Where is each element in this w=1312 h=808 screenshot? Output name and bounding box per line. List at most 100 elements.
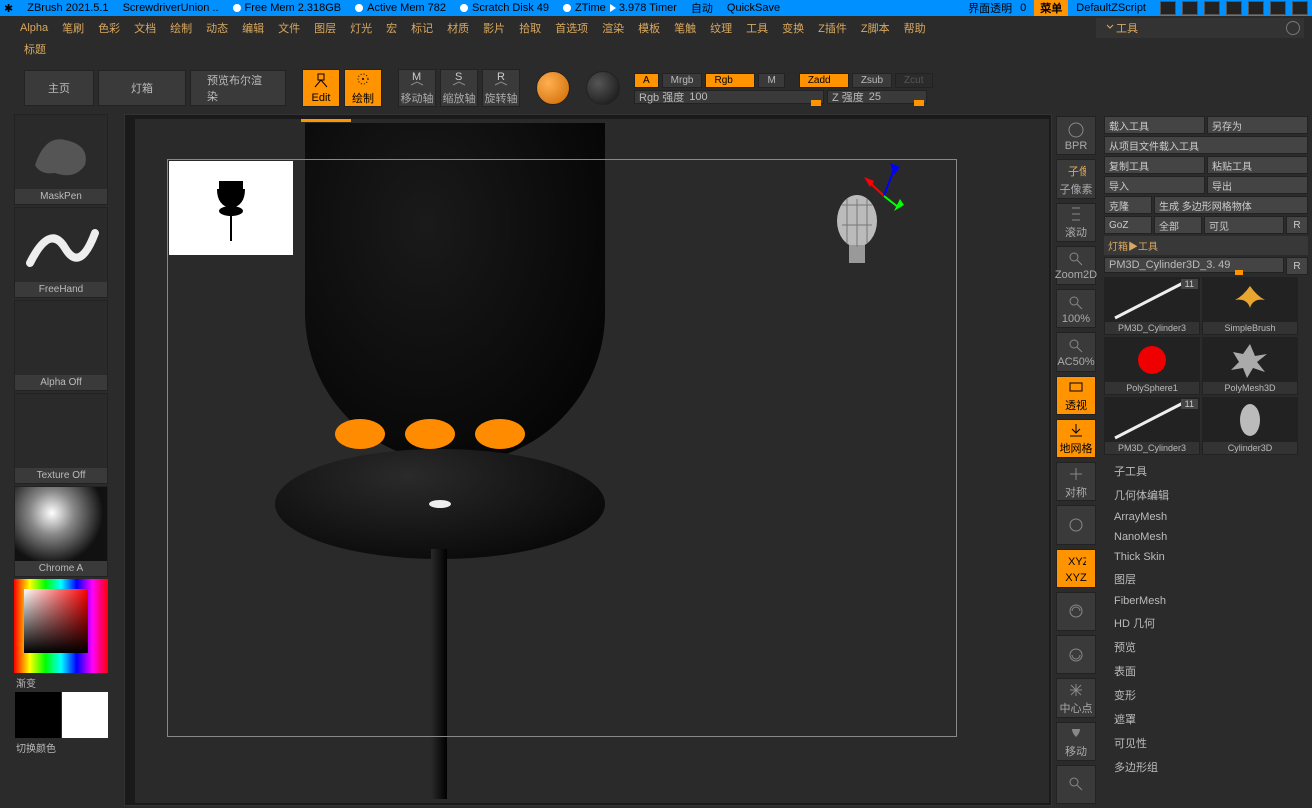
- menu-material[interactable]: 材质: [447, 20, 469, 36]
- m-toggle[interactable]: M: [758, 73, 784, 88]
- swatch-white[interactable]: [62, 692, 108, 738]
- menu-tool[interactable]: 工具: [746, 20, 768, 36]
- menu-zscript[interactable]: Z脚本: [861, 20, 890, 36]
- prop-5[interactable]: 图层: [1104, 567, 1308, 591]
- mrgb-toggle[interactable]: Mrgb: [662, 73, 703, 88]
- menu-render[interactable]: 渲染: [602, 20, 624, 36]
- layout3-icon[interactable]: [1204, 1, 1220, 15]
- lightbox-tool-header[interactable]: 灯箱▶工具: [1104, 236, 1308, 255]
- tool-thumb-4[interactable]: 11PM3D_Cylinder3: [1104, 397, 1200, 455]
- subtitle-label[interactable]: 标题: [24, 41, 46, 57]
- right-btn-14[interactable]: 移动: [1056, 722, 1096, 761]
- right-btn-12[interactable]: [1056, 635, 1096, 674]
- rotate-button[interactable]: R旋转轴: [482, 69, 520, 107]
- opacity-val[interactable]: 0: [1020, 2, 1026, 14]
- menu-document[interactable]: 文档: [134, 20, 156, 36]
- quicksave[interactable]: QuickSave: [727, 2, 780, 14]
- layout1-icon[interactable]: [1160, 1, 1176, 15]
- right-btn-4[interactable]: 100%: [1056, 289, 1096, 328]
- menu-edit[interactable]: 编辑: [242, 20, 264, 36]
- menu-picker[interactable]: 拾取: [519, 20, 541, 36]
- right-btn-15[interactable]: [1056, 765, 1096, 804]
- right-btn-7[interactable]: 地网格: [1056, 419, 1096, 458]
- swatch-black[interactable]: [15, 692, 61, 738]
- menu-alpha[interactable]: Alpha: [20, 22, 48, 34]
- menu-texture[interactable]: 纹理: [710, 20, 732, 36]
- a-toggle[interactable]: A: [634, 73, 659, 88]
- right-btn-3[interactable]: Zoom2D: [1056, 246, 1096, 285]
- goz-all-button[interactable]: 全部: [1154, 216, 1202, 234]
- alpha-thumb[interactable]: Alpha Off: [14, 300, 108, 391]
- zcut-toggle[interactable]: Zcut: [895, 73, 932, 88]
- menu-marker[interactable]: 标记: [411, 20, 433, 36]
- clone-button[interactable]: 克隆: [1104, 196, 1152, 214]
- current-r-button[interactable]: R: [1286, 257, 1308, 275]
- right-btn-9[interactable]: [1056, 505, 1096, 544]
- menu-light[interactable]: 灯光: [350, 20, 372, 36]
- maximize-icon[interactable]: [1270, 1, 1286, 15]
- goz-button[interactable]: GoZ: [1104, 216, 1152, 234]
- menu-movie[interactable]: 影片: [483, 20, 505, 36]
- draw-mode-button[interactable]: 绘制: [344, 69, 382, 107]
- menu-dynamic[interactable]: 动态: [206, 20, 228, 36]
- z-intensity-slider[interactable]: Z 强度25: [827, 90, 927, 104]
- gradient-label[interactable]: 渐变: [16, 675, 120, 690]
- menu-brush[interactable]: 笔刷: [62, 20, 84, 36]
- rgb-toggle[interactable]: Rgb: [705, 73, 755, 88]
- import-button[interactable]: 导入: [1104, 176, 1205, 194]
- menu-draw[interactable]: 绘制: [170, 20, 192, 36]
- dark-sphere-icon[interactable]: [586, 71, 620, 105]
- texture-thumb[interactable]: Texture Off: [14, 393, 108, 484]
- tool-thumb-2[interactable]: PolySphere1: [1104, 337, 1200, 395]
- move-button[interactable]: M移动轴: [398, 69, 436, 107]
- tool-panel-header[interactable]: 工具: [1096, 18, 1304, 38]
- menu-button[interactable]: 菜单: [1034, 0, 1068, 17]
- prop-11[interactable]: 遮罩: [1104, 707, 1308, 731]
- menu-help[interactable]: 帮助: [904, 20, 926, 36]
- right-btn-0[interactable]: BPR: [1056, 116, 1096, 155]
- prop-13[interactable]: 多边形组: [1104, 755, 1308, 779]
- right-btn-11[interactable]: [1056, 592, 1096, 631]
- default-script[interactable]: DefaultZScript: [1076, 2, 1146, 14]
- prop-8[interactable]: 预览: [1104, 635, 1308, 659]
- layout4-icon[interactable]: [1226, 1, 1242, 15]
- right-btn-1[interactable]: 子像素子像素: [1056, 159, 1096, 198]
- color-picker[interactable]: [14, 579, 108, 673]
- prop-9[interactable]: 表面: [1104, 659, 1308, 683]
- stroke-thumb[interactable]: FreeHand: [14, 207, 108, 298]
- right-btn-5[interactable]: AC50%: [1056, 332, 1096, 371]
- save-as-button[interactable]: 另存为: [1207, 116, 1308, 134]
- goz-visible-button[interactable]: 可见: [1204, 216, 1284, 234]
- menu-layer[interactable]: 图层: [314, 20, 336, 36]
- menu-file[interactable]: 文件: [278, 20, 300, 36]
- menu-stencil[interactable]: 模板: [638, 20, 660, 36]
- material-thumb[interactable]: Chrome A: [14, 486, 108, 577]
- tool-thumb-1[interactable]: SimpleBrush: [1202, 277, 1298, 335]
- right-btn-2[interactable]: 滚动: [1056, 203, 1096, 242]
- load-tool-button[interactable]: 载入工具: [1104, 116, 1205, 134]
- menu-macro[interactable]: 宏: [386, 20, 397, 36]
- right-btn-6[interactable]: 透视: [1056, 376, 1096, 415]
- prop-0[interactable]: 子工具: [1104, 459, 1308, 483]
- minimize-icon[interactable]: [1248, 1, 1264, 15]
- gen-polymesh-button[interactable]: 生成 多边形网格物体: [1154, 196, 1308, 214]
- menu-transform[interactable]: 变换: [782, 20, 804, 36]
- tool-thumb-5[interactable]: Cylinder3D: [1202, 397, 1298, 455]
- prop-12[interactable]: 可见性: [1104, 731, 1308, 755]
- load-from-project-button[interactable]: 从项目文件载入工具: [1104, 136, 1308, 154]
- prop-1[interactable]: 几何体编辑: [1104, 483, 1308, 507]
- prop-10[interactable]: 变形: [1104, 683, 1308, 707]
- menu-preferences[interactable]: 首选项: [555, 20, 588, 36]
- prop-2[interactable]: ArrayMesh: [1104, 507, 1308, 527]
- menu-zplugin[interactable]: Z插件: [818, 20, 847, 36]
- prop-7[interactable]: HD 几何: [1104, 611, 1308, 635]
- goz-r-button[interactable]: R: [1286, 216, 1308, 234]
- home-button[interactable]: 主页: [24, 70, 94, 106]
- edit-mode-button[interactable]: Edit: [302, 69, 340, 107]
- rgb-intensity-slider[interactable]: Rgb 强度100: [634, 90, 824, 104]
- paste-tool-button[interactable]: 粘贴工具: [1207, 156, 1308, 174]
- zadd-toggle[interactable]: Zadd: [799, 73, 849, 88]
- scale-button[interactable]: S缩放轴: [440, 69, 478, 107]
- right-btn-13[interactable]: 中心点: [1056, 678, 1096, 717]
- preview-boolean-button[interactable]: 预览布尔渲染: [190, 70, 286, 106]
